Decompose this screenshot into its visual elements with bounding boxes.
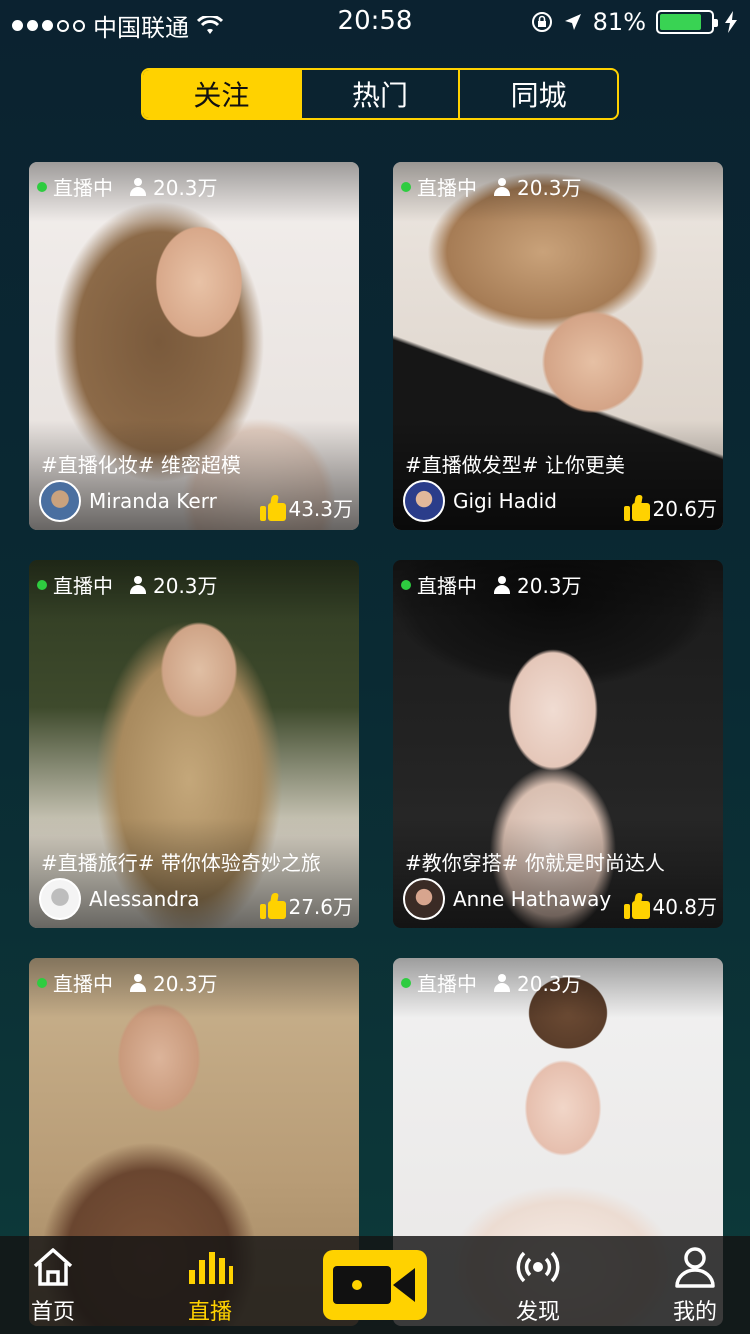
- like-number: 43.3万: [288, 497, 353, 521]
- rotation-lock-icon: [531, 12, 552, 32]
- thumbs-up-icon: [624, 494, 651, 521]
- status-right: 81%: [531, 8, 738, 36]
- avatar[interactable]: [403, 480, 445, 522]
- tab-nearby[interactable]: 同城: [460, 70, 617, 118]
- stream-caption: #教你穿搭# 你就是时尚达人: [405, 851, 665, 875]
- live-label: 直播中: [53, 574, 113, 598]
- battery-icon: [656, 10, 718, 34]
- live-card[interactable]: 直播中 20.3万 #直播做发型# 让你更美 Gigi Hadid 20.6万: [393, 162, 723, 530]
- live-label: 直播中: [417, 574, 477, 598]
- user-icon: [675, 1247, 715, 1288]
- live-dot-icon: [37, 181, 47, 192]
- live-label: 直播中: [417, 176, 477, 200]
- viewer-icon: [493, 973, 511, 992]
- like-count[interactable]: 43.3万: [260, 493, 353, 522]
- live-card[interactable]: 直播中 20.3万 #教你穿搭# 你就是时尚达人 Anne Hathaway 4…: [393, 560, 723, 928]
- live-dot-icon: [37, 977, 47, 988]
- like-count[interactable]: 20.6万: [624, 493, 717, 522]
- live-label: 直播中: [53, 972, 113, 996]
- viewer-icon: [129, 177, 147, 196]
- battery-percent: 81%: [592, 8, 646, 36]
- tab-popular[interactable]: 热门: [302, 70, 461, 118]
- broadcast-icon: [516, 1251, 560, 1283]
- streamer[interactable]: Alessandra: [39, 878, 200, 920]
- video-camera-icon: [333, 1266, 391, 1304]
- tab-discover[interactable]: 发现: [515, 1244, 561, 1326]
- streamer[interactable]: Gigi Hadid: [403, 480, 557, 522]
- live-dot-icon: [401, 579, 411, 590]
- live-label: 直播中: [53, 176, 113, 200]
- live-status: 直播中 20.3万: [401, 968, 582, 997]
- viewer-icon: [493, 575, 511, 594]
- avatar[interactable]: [39, 878, 81, 920]
- charging-bolt-icon: [725, 11, 737, 33]
- streamer[interactable]: Miranda Kerr: [39, 480, 217, 522]
- start-broadcast-button[interactable]: [323, 1250, 427, 1320]
- tab-discover-label: 发现: [515, 1300, 560, 1325]
- like-number: 40.8万: [652, 895, 717, 919]
- viewer-icon: [493, 177, 511, 196]
- streamer-name: Alessandra: [89, 887, 200, 911]
- tab-me-label: 我的: [672, 1300, 717, 1325]
- streamer-name: Anne Hathaway: [453, 887, 612, 911]
- live-card[interactable]: 直播中 20.3万 #直播旅行# 带你体验奇妙之旅 Alessandra 27.…: [29, 560, 359, 928]
- like-number: 20.6万: [652, 497, 717, 521]
- like-count[interactable]: 40.8万: [624, 891, 717, 920]
- streamer[interactable]: Anne Hathaway: [403, 878, 611, 920]
- tab-home[interactable]: 首页: [30, 1244, 76, 1326]
- live-label: 直播中: [417, 972, 477, 996]
- viewer-count: 20.3万: [517, 574, 582, 598]
- tab-live[interactable]: 直播: [187, 1244, 233, 1326]
- feed-tabs: 关注 热门 同城: [141, 68, 619, 120]
- viewer-count: 20.3万: [517, 972, 582, 996]
- tab-me[interactable]: 我的: [672, 1244, 718, 1326]
- tab-following[interactable]: 关注: [143, 70, 302, 118]
- streamer-name: Miranda Kerr: [89, 489, 217, 513]
- like-count[interactable]: 27.6万: [260, 891, 353, 920]
- stream-caption: #直播化妆# 维密超模: [41, 453, 241, 477]
- viewer-count: 20.3万: [153, 972, 218, 996]
- thumbs-up-icon: [624, 892, 651, 919]
- like-number: 27.6万: [288, 895, 353, 919]
- avatar[interactable]: [39, 480, 81, 522]
- viewer-icon: [129, 575, 147, 594]
- live-dot-icon: [401, 977, 411, 988]
- live-card[interactable]: 直播中 20.3万 #直播化妆# 维密超模 Miranda Kerr 43.3万: [29, 162, 359, 530]
- bottom-tab-bar: 首页 直播 发现 我的: [0, 1236, 750, 1334]
- avatar[interactable]: [403, 878, 445, 920]
- live-dot-icon: [37, 579, 47, 590]
- live-dot-icon: [401, 181, 411, 192]
- viewer-icon: [129, 973, 147, 992]
- tab-home-label: 首页: [30, 1300, 75, 1325]
- streamer-name: Gigi Hadid: [453, 489, 557, 513]
- live-status: 直播中 20.3万: [37, 172, 218, 201]
- status-bar: 中国联通 20:58 81%: [0, 0, 750, 44]
- live-status: 直播中 20.3万: [401, 570, 582, 599]
- viewer-count: 20.3万: [517, 176, 582, 200]
- live-status: 直播中 20.3万: [401, 172, 582, 201]
- stream-caption: #直播旅行# 带你体验奇妙之旅: [41, 851, 321, 875]
- stream-caption: #直播做发型# 让你更美: [405, 453, 625, 477]
- location-arrow-icon: [564, 14, 581, 30]
- viewer-count: 20.3万: [153, 176, 218, 200]
- battery-fill: [660, 14, 701, 30]
- live-bars-icon: [189, 1252, 233, 1284]
- home-icon: [33, 1248, 73, 1286]
- thumbs-up-icon: [260, 494, 287, 521]
- thumbs-up-icon: [260, 892, 287, 919]
- live-status: 直播中 20.3万: [37, 570, 218, 599]
- tab-live-label: 直播: [187, 1300, 232, 1325]
- viewer-count: 20.3万: [153, 574, 218, 598]
- live-status: 直播中 20.3万: [37, 968, 218, 997]
